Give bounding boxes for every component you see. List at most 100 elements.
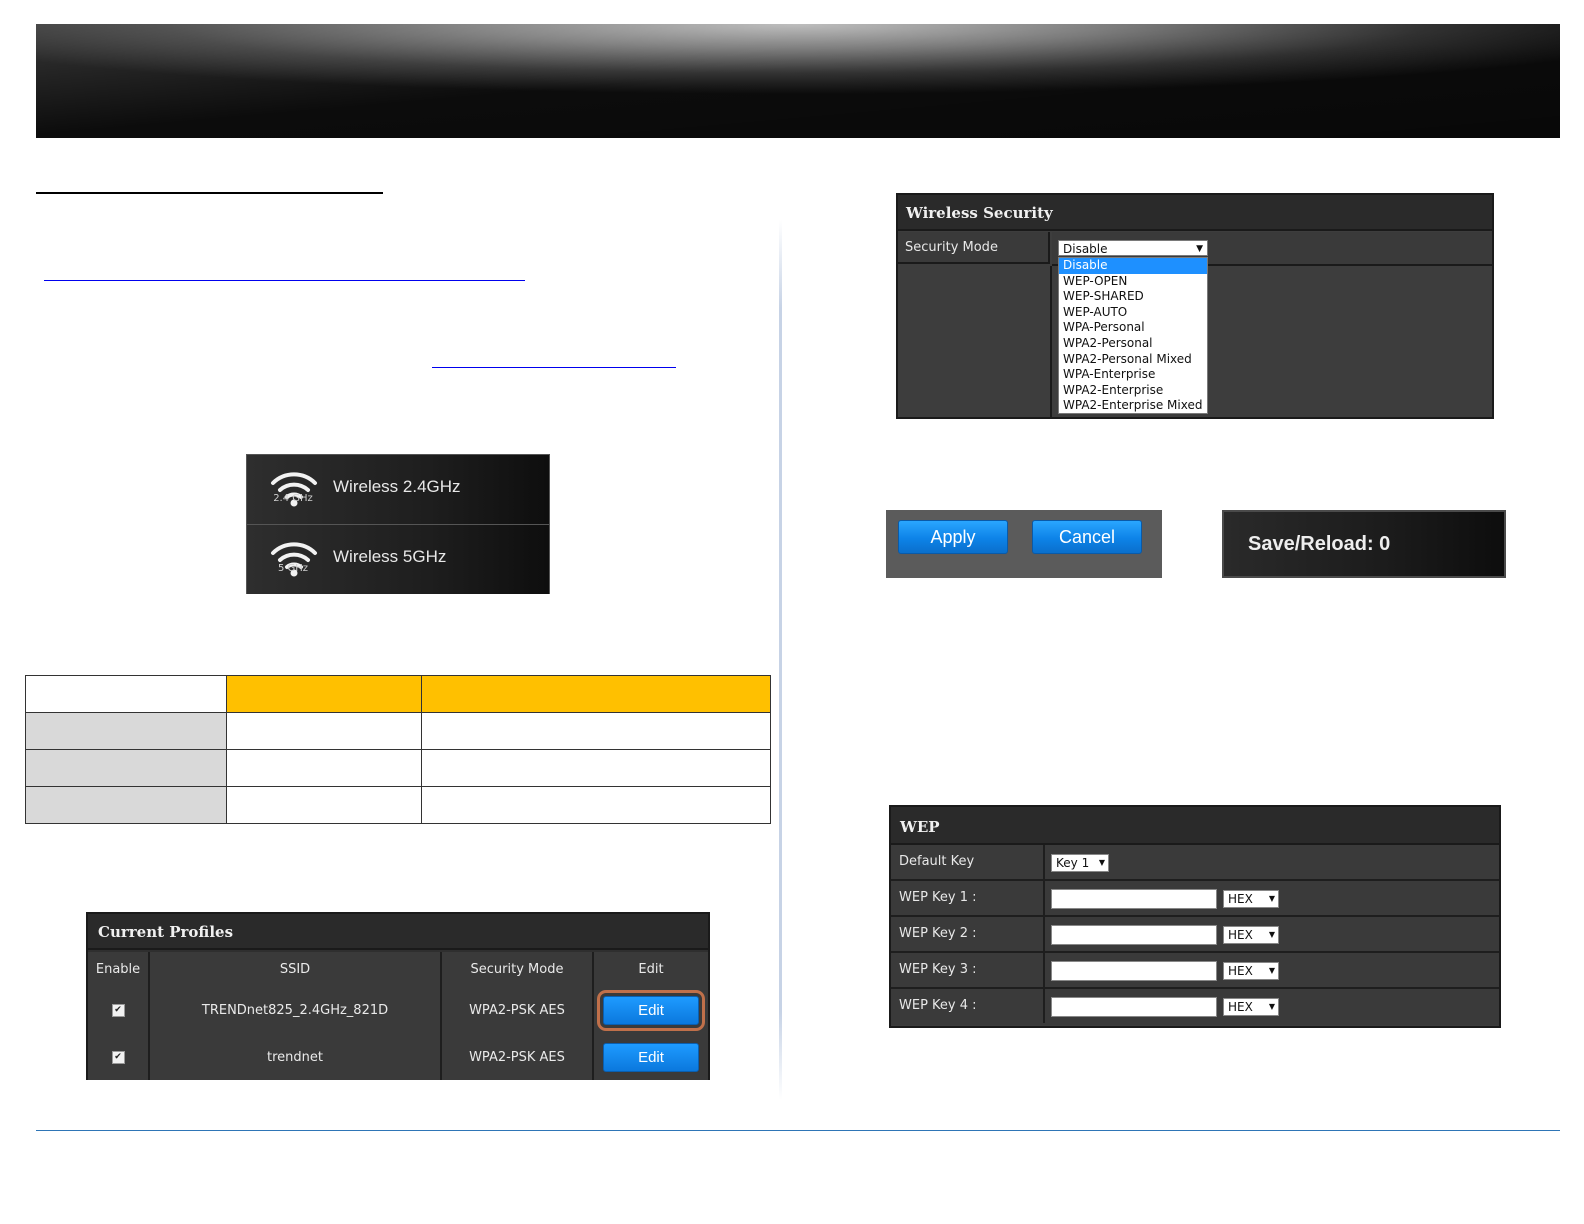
wep-key-label: WEP Key 1 :: [891, 881, 1045, 915]
ssid-cell: TRENDnet825_2.4GHz_821D: [150, 986, 442, 1034]
band-label: Wireless 2.4GHz: [333, 477, 461, 496]
hyperlink-underline[interactable]: [44, 280, 525, 281]
panel-title: Current Profiles: [88, 914, 708, 950]
wep-key-row: WEP Key 3 : HEX ▼: [891, 953, 1499, 989]
wep-key-3-input[interactable]: [1051, 961, 1217, 981]
dropdown-arrow-icon: ▼: [1196, 244, 1203, 254]
security-mode-cell: WPA2-PSK AES: [442, 986, 594, 1034]
enable-cell: ✔: [88, 986, 150, 1034]
security-mode-select[interactable]: Disable ▼: [1058, 240, 1208, 256]
wifi-icon: [271, 472, 317, 507]
wep-key-row: WEP Key 4 : HEX ▼: [891, 989, 1499, 1025]
table-cell: [421, 786, 771, 824]
table-cell: [25, 786, 227, 824]
wep-key-4-input[interactable]: [1051, 997, 1217, 1017]
cancel-button[interactable]: Cancel: [1032, 520, 1142, 554]
edit-cell: Edit: [594, 986, 708, 1034]
wep-key-label: WEP Key 2 :: [891, 917, 1045, 951]
table-header-cell: [421, 675, 771, 713]
wep-key-row: WEP Key 2 : HEX ▼: [891, 917, 1499, 953]
security-mode-label: Security Mode: [898, 232, 1050, 264]
wep-key-label: WEP Key 4 :: [891, 989, 1045, 1023]
wep-key-row: WEP Key 1 : HEX ▼: [891, 881, 1499, 917]
wep-key-2-input[interactable]: [1051, 925, 1217, 945]
wep-key-3-format-select[interactable]: HEX ▼: [1223, 962, 1279, 980]
option-wep-shared[interactable]: WEP-SHARED: [1059, 289, 1207, 305]
selected-value: HEX: [1228, 892, 1253, 906]
save-reload-button[interactable]: Save/Reload: 0: [1222, 510, 1506, 578]
edit-cell: Edit: [594, 1034, 708, 1080]
wep-key-2-format-select[interactable]: HEX ▼: [1223, 926, 1279, 944]
band-frequency-label: 5 GHz: [277, 563, 309, 574]
band-frequency-label: 2.4 GHz: [273, 493, 313, 504]
default-key-select[interactable]: Key 1 ▼: [1051, 854, 1109, 872]
dropdown-arrow-icon: ▼: [1268, 894, 1275, 903]
current-profiles-panel: Current Profiles Enable SSID Security Mo…: [86, 912, 710, 1080]
band-label: Wireless 5GHz: [333, 547, 447, 566]
footer-divider: [36, 1130, 1560, 1131]
dropdown-arrow-icon: ▼: [1268, 930, 1275, 939]
option-wpa-enterprise[interactable]: WPA-Enterprise: [1059, 367, 1207, 383]
edit-button[interactable]: Edit: [603, 1042, 699, 1072]
table-cell: [421, 749, 771, 787]
table-cell: [226, 749, 422, 787]
dropdown-arrow-icon: ▼: [1268, 966, 1275, 975]
option-wpa2-enterprise-mixed[interactable]: WPA2-Enterprise Mixed: [1059, 398, 1207, 414]
default-key-label: Default Key: [891, 845, 1045, 879]
wep-key-4-format-select[interactable]: HEX ▼: [1223, 998, 1279, 1016]
table-cell: [421, 712, 771, 750]
table-cell: [226, 786, 422, 824]
selected-value: Key 1: [1056, 856, 1090, 870]
option-wpa-personal[interactable]: WPA-Personal: [1059, 320, 1207, 336]
ssid-cell: trendnet: [150, 1034, 442, 1080]
wifi-icon: [271, 542, 317, 577]
option-wpa2-personal-mixed[interactable]: WPA2-Personal Mixed: [1059, 352, 1207, 368]
option-wep-open[interactable]: WEP-OPEN: [1059, 274, 1207, 290]
column-header-enable: Enable: [88, 952, 150, 986]
menu-item-wireless-5ghz[interactable]: 5 GHz Wireless 5GHz: [247, 525, 549, 594]
menu-item-wireless-2-4ghz[interactable]: 2.4 GHz Wireless 2.4GHz: [247, 455, 549, 525]
header-banner: [36, 24, 1560, 138]
enable-checkbox[interactable]: ✔: [111, 1003, 125, 1017]
option-wpa2-enterprise[interactable]: WPA2-Enterprise: [1059, 383, 1207, 399]
panel-title: Wireless Security: [898, 195, 1492, 231]
table-cell: [25, 712, 227, 750]
table-cell: [25, 675, 227, 713]
enable-checkbox[interactable]: ✔: [111, 1050, 125, 1064]
column-divider: [779, 220, 782, 1100]
wep-key-label: WEP Key 3 :: [891, 953, 1045, 987]
hyperlink-underline[interactable]: [432, 367, 676, 368]
column-header-security-mode: Security Mode: [442, 952, 594, 986]
apply-button[interactable]: Apply: [898, 520, 1008, 554]
wep-key-1-format-select[interactable]: HEX ▼: [1223, 890, 1279, 908]
table-cell: [25, 749, 227, 787]
column-header-ssid: SSID: [150, 952, 442, 986]
band-table: [25, 675, 771, 824]
table-cell: [226, 712, 422, 750]
dropdown-arrow-icon: ▼: [1098, 858, 1105, 867]
enable-cell: ✔: [88, 1034, 150, 1080]
option-wpa2-personal[interactable]: WPA2-Personal: [1059, 336, 1207, 352]
action-button-bar: Apply Cancel: [886, 510, 1162, 578]
edit-button[interactable]: Edit: [597, 989, 705, 1031]
column-header-edit: Edit: [638, 961, 664, 977]
panel-title: WEP: [891, 807, 1499, 845]
table-header-cell: [226, 675, 422, 713]
option-wep-auto[interactable]: WEP-AUTO: [1059, 305, 1207, 321]
selected-value: HEX: [1228, 964, 1253, 978]
section-title-underline: [36, 192, 383, 194]
wireless-band-menu: 2.4 GHz Wireless 2.4GHz 5 GHz Wireless 5…: [246, 454, 550, 594]
table-row: ✔ TRENDnet825_2.4GHz_821D WPA2-PSK AES E…: [88, 986, 708, 1036]
security-mode-cell: WPA2-PSK AES: [442, 1034, 594, 1080]
selected-value: Disable: [1063, 242, 1108, 256]
wep-key-1-input[interactable]: [1051, 889, 1217, 909]
option-disable[interactable]: Disable: [1059, 258, 1207, 274]
dropdown-arrow-icon: ▼: [1268, 1002, 1275, 1011]
wireless-security-panel: Wireless Security Security Mode Disable …: [896, 193, 1494, 419]
label-column: [898, 266, 1052, 417]
table-header-row: Enable SSID Security Mode Edit: [88, 952, 708, 988]
selected-value: HEX: [1228, 1000, 1253, 1014]
save-reload-label: Save/Reload: 0: [1248, 533, 1391, 555]
wep-panel: WEP Default Key Key 1 ▼ WEP Key 1 : HEX …: [889, 805, 1501, 1028]
default-key-row: Default Key Key 1 ▼: [891, 845, 1499, 881]
